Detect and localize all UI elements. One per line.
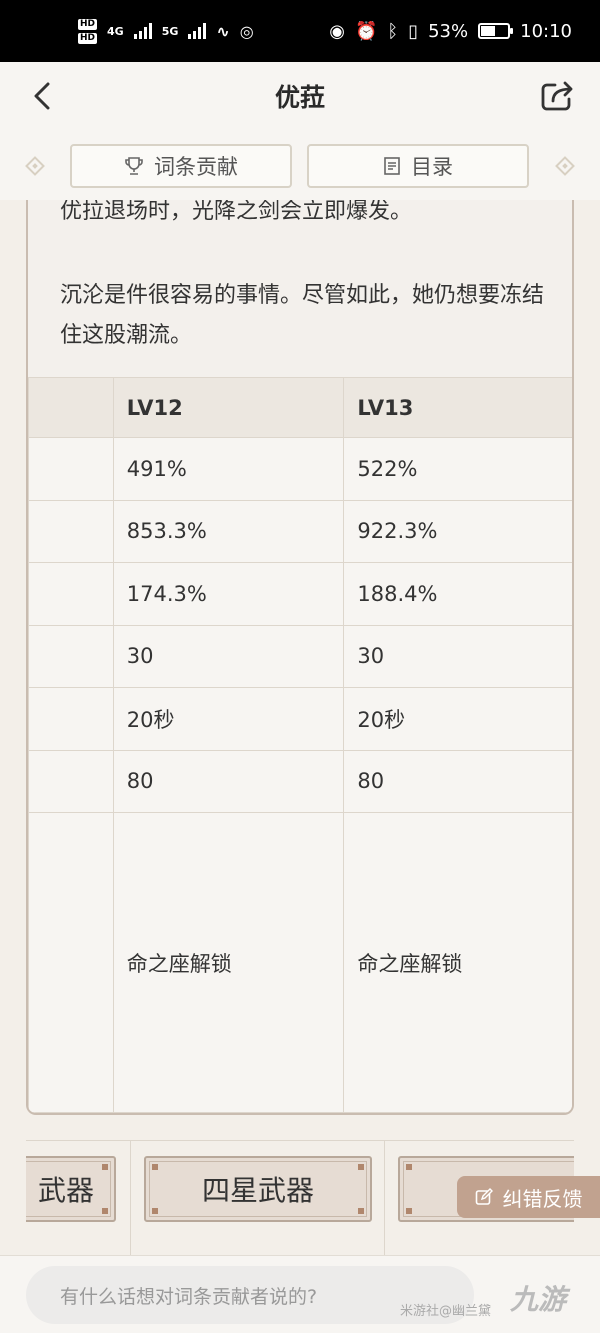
audio-wave-icon: ∿ bbox=[216, 21, 230, 41]
category-button-weapon[interactable]: 武器 bbox=[26, 1156, 116, 1222]
tab-label: 目录 bbox=[411, 155, 453, 179]
share-icon bbox=[541, 81, 573, 111]
signal-icon bbox=[133, 23, 152, 39]
stats-table: LV12 LV13 491% 522% 853.3% 922.3% 174.3%… bbox=[28, 377, 572, 1113]
table-row: 命之座解锁 命之座解锁 bbox=[28, 812, 572, 1113]
network-indicators: HD HD 4G 5G ∿ ◎ bbox=[78, 18, 254, 44]
tab-contributors[interactable]: 词条贡献 bbox=[70, 144, 292, 188]
page-title: 优菈 bbox=[274, 83, 325, 112]
hd-badge: HD bbox=[78, 18, 98, 30]
tab-label: 词条贡献 bbox=[154, 155, 238, 179]
feedback-button[interactable]: 纠错反馈 bbox=[457, 1176, 600, 1218]
table-cell: 命之座解锁 bbox=[343, 812, 572, 1113]
back-button[interactable] bbox=[28, 82, 56, 110]
site-logo: 九游 bbox=[510, 1283, 567, 1316]
table-cell: 174.3% bbox=[112, 562, 345, 626]
battery-icon bbox=[478, 23, 514, 39]
hd-badges: HD HD bbox=[78, 18, 98, 44]
table-row: 491% 522% bbox=[28, 437, 572, 501]
description-paragraph: 沉沦是件很容易的事情。尽管如此，她仍想要冻结住这股潮流。 bbox=[60, 283, 545, 348]
clock-time: 10:10 bbox=[520, 20, 572, 42]
table-header-row: LV12 LV13 bbox=[28, 377, 572, 438]
table-cell: 30 bbox=[343, 624, 572, 688]
comment-bar: 有什么话想对词条贡献者说的? 米游社@幽兰黛 九游 bbox=[0, 1255, 600, 1333]
divider bbox=[384, 1141, 385, 1255]
table-cell bbox=[28, 749, 114, 813]
hd-badge: HD bbox=[78, 32, 98, 44]
table-cell bbox=[28, 812, 114, 1113]
watermark: 米游社@幽兰黛 bbox=[400, 1304, 492, 1319]
tab-bar: 词条贡献 目录 bbox=[0, 130, 600, 200]
table-row: 853.3% 922.3% bbox=[28, 499, 572, 563]
table-cell: 命之座解锁 bbox=[112, 812, 345, 1113]
table-cell bbox=[28, 687, 114, 751]
table-cell bbox=[28, 499, 114, 563]
category-button-label: 四星武器 bbox=[201, 1174, 314, 1207]
table-cell bbox=[28, 562, 114, 626]
table-row: 30 30 bbox=[28, 624, 572, 688]
battery-percent: 53% bbox=[428, 20, 469, 42]
table-cell: 853.3% bbox=[112, 499, 345, 563]
description-line: 优拉退场时，光降之剑会立即爆发。 bbox=[60, 200, 413, 224]
vibrate-icon: ▯ bbox=[408, 20, 419, 42]
table-cell: 188.4% bbox=[343, 562, 572, 626]
content-card: 优拉退场时，光降之剑会立即爆发。 沉沦是件很容易的事情。尽管如此，她仍想要冻结住… bbox=[26, 200, 574, 1115]
bluetooth-icon: ᛒ bbox=[387, 20, 399, 42]
trophy-icon bbox=[125, 157, 143, 175]
diamond-ornament-icon bbox=[555, 156, 575, 176]
table-cell: 20秒 bbox=[343, 687, 572, 751]
eye-icon: ◉ bbox=[329, 20, 345, 42]
table-cell: 30 bbox=[112, 624, 345, 688]
table-cell: 522% bbox=[343, 437, 572, 501]
share-button[interactable] bbox=[540, 80, 576, 112]
table-row: 174.3% 188.4% bbox=[28, 562, 572, 626]
category-button-four-star-weapon[interactable]: 四星武器 bbox=[144, 1156, 372, 1222]
table-cell: 80 bbox=[343, 749, 572, 813]
status-right: ◉ ⏰ ᛒ ▯ 53% 10:10 bbox=[329, 21, 572, 42]
table-row: 80 80 bbox=[28, 749, 572, 813]
edit-icon bbox=[475, 1188, 493, 1205]
network-5g-label: 5G bbox=[161, 24, 179, 38]
diamond-ornament-icon bbox=[25, 156, 45, 176]
table-header-cell bbox=[28, 377, 114, 438]
table-header-cell: LV12 bbox=[112, 377, 345, 438]
table-header-cell: LV13 bbox=[343, 377, 572, 438]
chevron-left-icon bbox=[34, 82, 50, 110]
feedback-label: 纠错反馈 bbox=[502, 1186, 583, 1211]
table-cell: 922.3% bbox=[343, 499, 572, 563]
hotspot-icon: ◎ bbox=[239, 21, 254, 41]
divider bbox=[130, 1141, 131, 1255]
category-button-label: 武器 bbox=[37, 1174, 94, 1207]
status-bar: HD HD 4G 5G ∿ ◎ ◉ ⏰ ᛒ ▯ 53% 10:10 bbox=[0, 0, 600, 62]
table-cell bbox=[28, 437, 114, 501]
list-icon bbox=[384, 157, 400, 175]
table-cell bbox=[28, 624, 114, 688]
table-cell: 80 bbox=[112, 749, 345, 813]
comment-placeholder: 有什么话想对词条贡献者说的? bbox=[60, 1285, 318, 1308]
table-row: 20秒 20秒 bbox=[28, 687, 572, 751]
network-4g-label: 4G bbox=[107, 24, 124, 38]
tab-catalog[interactable]: 目录 bbox=[307, 144, 529, 188]
alarm-icon: ⏰ bbox=[354, 20, 378, 42]
app-header: 优菈 bbox=[0, 62, 600, 130]
signal-icon bbox=[188, 23, 207, 39]
table-cell: 20秒 bbox=[112, 687, 345, 751]
table-cell: 491% bbox=[112, 437, 345, 501]
